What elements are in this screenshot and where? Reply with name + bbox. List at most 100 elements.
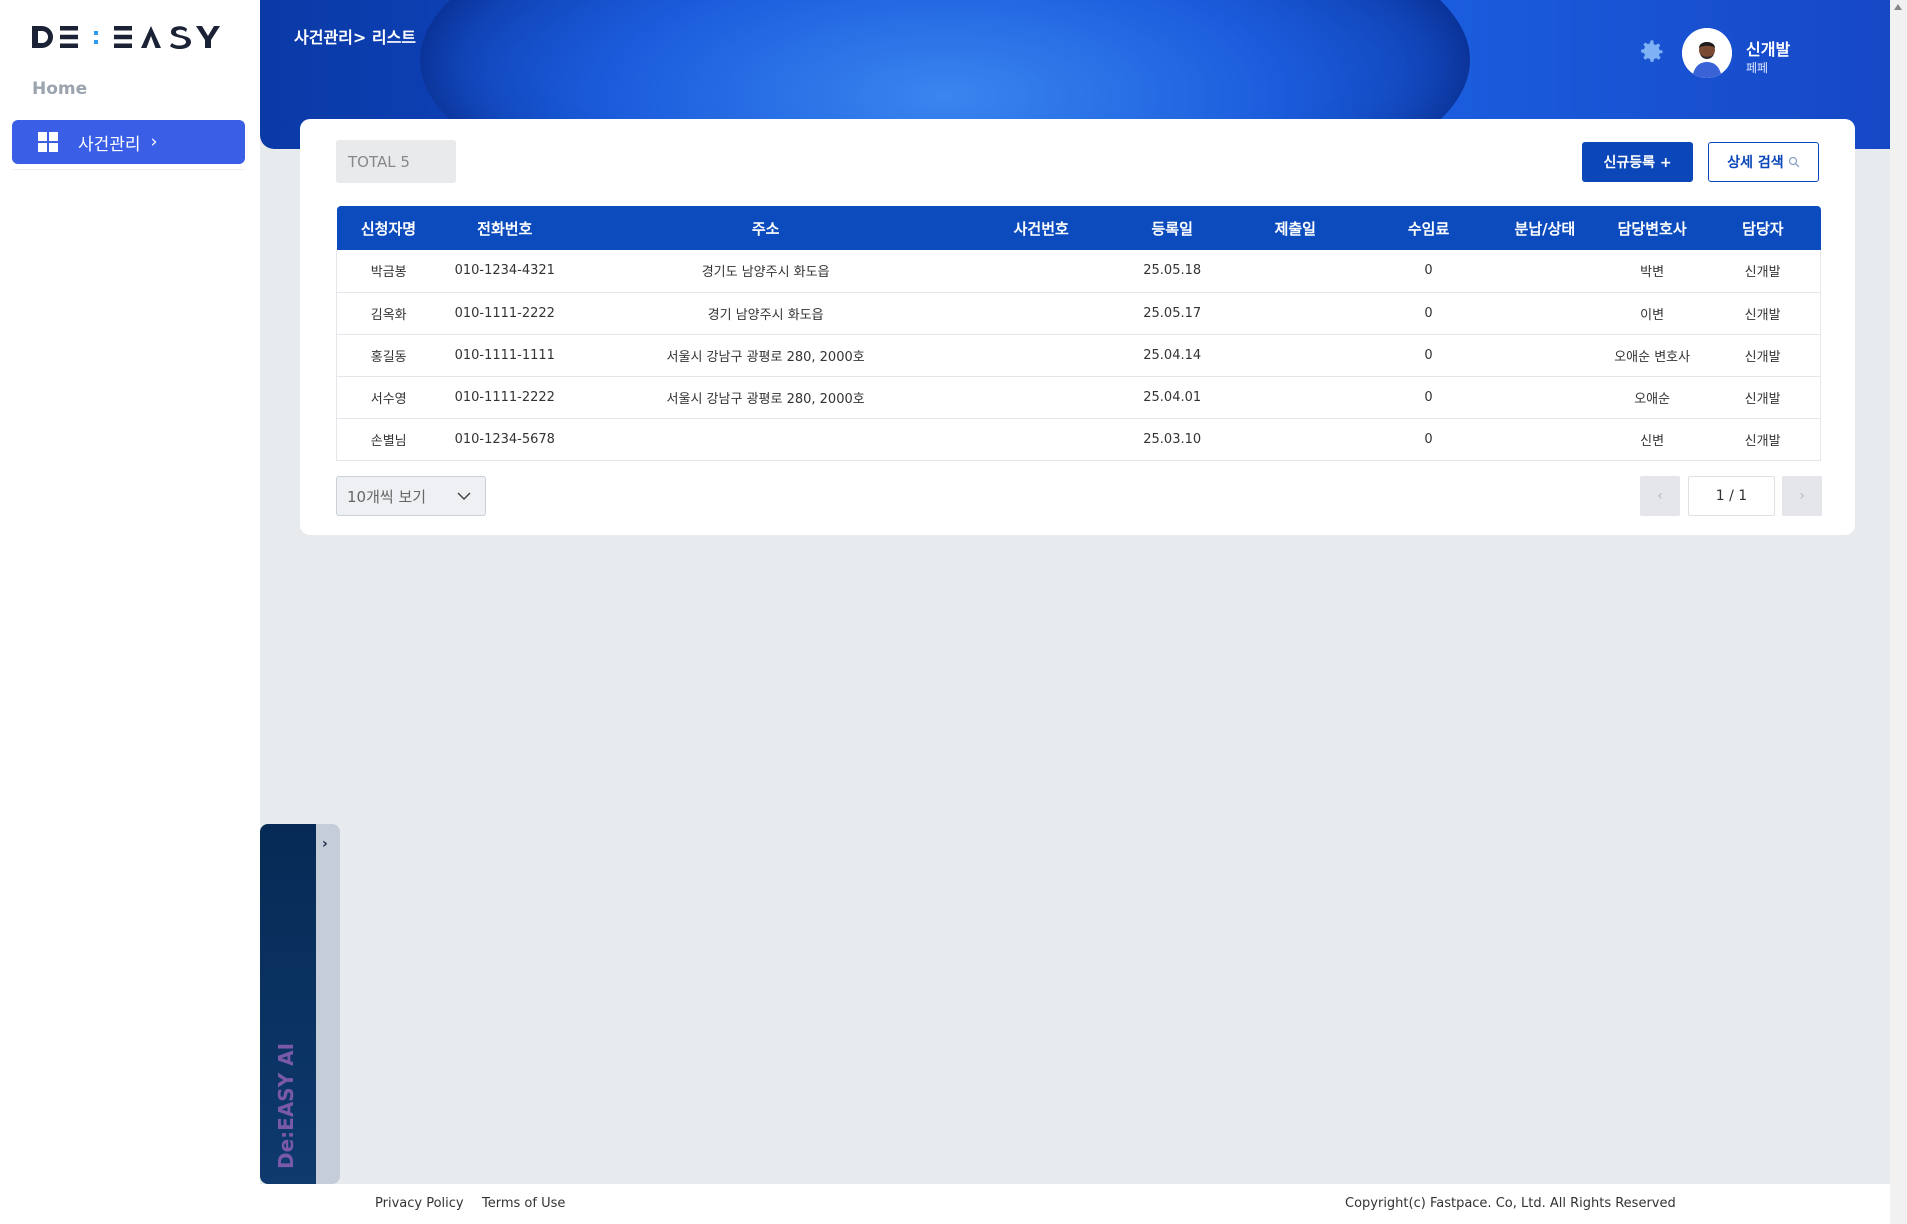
table-cell: 홍길동 [336, 334, 441, 376]
ai-panel-toggle-icon[interactable]: › [322, 836, 328, 852]
table-cell: 0 [1424, 389, 1433, 405]
table-cell: 신변 [1640, 433, 1665, 449]
advanced-search-label: 상세 검색 [1727, 155, 1784, 171]
table-cell: 신개발 [1705, 376, 1822, 418]
table-cell [1224, 292, 1366, 334]
terms-of-use-link[interactable]: Terms of Use [482, 1196, 565, 1211]
avatar[interactable] [1682, 28, 1732, 78]
table-cell: 25.03.10 [1143, 431, 1202, 447]
table-cell: 서수영 [336, 376, 441, 418]
table-cell: 신개발 [1705, 418, 1822, 460]
table-cell [1224, 334, 1366, 376]
table-cell [962, 334, 1120, 376]
table-cell [962, 250, 1120, 292]
ai-panel-body: De:EASY AI [260, 824, 316, 1184]
case-list-card: TOTAL 5 신규등록 + 상세 검색 신청자명 전화번호 주소 사건번호 등록일 제출… [300, 119, 1855, 535]
table-cell [1224, 418, 1366, 460]
table-cell: 서울시 강남구 광평로 280, 2000호 [666, 391, 865, 407]
scrollbar[interactable] [1890, 0, 1907, 1224]
grid-icon [38, 132, 58, 152]
column-header: 수임료 [1407, 219, 1450, 238]
table-cell: 경기도 남양주시 화도읍 [701, 265, 830, 281]
copyright-text: Copyright(c) Fastpace. Co, Ltd. All Righ… [1345, 1196, 1676, 1211]
column-header: 담당자 [1742, 219, 1784, 238]
table-cell [569, 418, 962, 460]
column-header: 등록일 [1151, 219, 1193, 238]
privacy-policy-link[interactable]: Privacy Policy [375, 1196, 464, 1211]
table-cell [962, 418, 1120, 460]
table-cell: 박변 [1640, 265, 1665, 281]
table-cell [1491, 250, 1599, 292]
page-indicator: 1 / 1 [1688, 476, 1775, 516]
table-cell: 25.04.14 [1143, 347, 1202, 363]
table-cell: 신개발 [1705, 292, 1822, 334]
table-cell: 010-1234-4321 [454, 263, 555, 279]
home-link[interactable]: Home [32, 79, 87, 99]
table-cell: 박금봉 [336, 250, 441, 292]
deeasy-logo[interactable] [32, 22, 232, 52]
table-cell: 신개발 [1705, 334, 1822, 376]
new-case-button[interactable]: 신규등록 + [1582, 142, 1693, 182]
table-row[interactable]: 박금봉 010-1234-4321 경기도 남양주시 화도읍 25.05.18 0 박변 신… [336, 250, 1822, 292]
table-row[interactable]: 김옥화 010-1111-2222 경기 남양주시 화도읍 25.05.17 0 이변 신개… [336, 292, 1822, 334]
total-count: TOTAL 5 [336, 140, 456, 183]
table-cell: 25.05.18 [1143, 263, 1202, 279]
prev-page-button[interactable]: ‹ [1640, 476, 1680, 516]
table-cell [1224, 376, 1366, 418]
table-cell: 010-1111-1111 [454, 347, 555, 363]
column-header: 담당변호사 [1617, 219, 1687, 238]
column-header: 분납/상태 [1514, 219, 1576, 238]
page-size-select[interactable]: 10개씩 보기 [336, 476, 486, 516]
table-cell: 010-1111-2222 [454, 389, 555, 405]
table-cell: 서울시 강남구 광평로 280, 2000호 [666, 349, 865, 365]
scroll-up-arrow-icon[interactable] [1894, 4, 1902, 10]
table-row[interactable]: 홍길동 010-1111-1111 서울시 강남구 광평로 280, 2000호 25… [336, 334, 1822, 376]
table-cell: 오애순 [1634, 391, 1671, 407]
next-page-button[interactable]: › [1782, 476, 1822, 516]
search-icon [1788, 156, 1800, 168]
table-cell: 010-1234-5678 [454, 431, 555, 447]
table-cell: 25.04.01 [1143, 389, 1202, 405]
sidebar-item-case-management[interactable]: 사건관리 › [12, 120, 245, 164]
table-cell [1491, 418, 1599, 460]
table-cell [1491, 334, 1599, 376]
table-cell: 경기 남양주시 화도읍 [707, 307, 824, 323]
table-cell: 김옥화 [336, 292, 441, 334]
table-cell [1491, 292, 1599, 334]
gear-icon[interactable] [1638, 38, 1666, 66]
table-cell [1224, 250, 1366, 292]
column-header: 제출일 [1274, 219, 1316, 238]
table-cell: 신개발 [1705, 250, 1822, 292]
table-row[interactable]: 손별님 010-1234-5678 25.03.10 0 신변 신개발 [336, 418, 1822, 460]
table-cell: 010-1111-2222 [454, 305, 555, 321]
column-header: 주소 [751, 219, 780, 238]
new-case-button-label: 신규등록 + [1603, 155, 1672, 171]
table-cell: 0 [1424, 305, 1433, 321]
advanced-search-button[interactable]: 상세 검색 [1708, 142, 1819, 182]
sidebar: Home 사건관리 › [0, 0, 260, 1224]
breadcrumb: 사건관리> 리스트 [294, 28, 417, 47]
page-size-label: 10개씩 보기 [347, 487, 427, 506]
chevron-right-icon: › [150, 132, 158, 152]
column-header: 전화번호 [477, 219, 533, 238]
table-cell: 손별님 [336, 418, 441, 460]
table-cell [962, 292, 1120, 334]
footer: Privacy Policy Terms of Use Copyright(c)… [260, 1184, 1890, 1224]
column-header: 신청자명 [360, 219, 417, 238]
table-cell: 0 [1424, 431, 1433, 447]
table-header-row: 신청자명 전화번호 주소 사건번호 등록일 제출일 수임료 분납/상태 담당변호사 담당자 [336, 206, 1821, 250]
table-cell: 0 [1424, 347, 1433, 363]
user-name: 신개발 [1746, 40, 1791, 59]
user-avatar-icon [1682, 28, 1732, 78]
table-cell: 0 [1424, 263, 1433, 279]
table-cell [1491, 376, 1599, 418]
divider [12, 169, 245, 170]
ai-panel-label: De:EASY AI [274, 1042, 298, 1169]
column-header: 사건번호 [1013, 219, 1069, 238]
table-cell [962, 376, 1120, 418]
case-table: 신청자명 전화번호 주소 사건번호 등록일 제출일 수임료 분납/상태 담당변호사 담당자 박금봉… [336, 206, 1822, 461]
table-cell: 오애순 변호사 [1614, 349, 1691, 365]
sidebar-item-label: 사건관리 [78, 134, 141, 155]
table-row[interactable]: 서수영 010-1111-2222 서울시 강남구 광평로 280, 2000호 25… [336, 376, 1822, 418]
ai-panel[interactable]: De:EASY AI › [260, 824, 340, 1184]
